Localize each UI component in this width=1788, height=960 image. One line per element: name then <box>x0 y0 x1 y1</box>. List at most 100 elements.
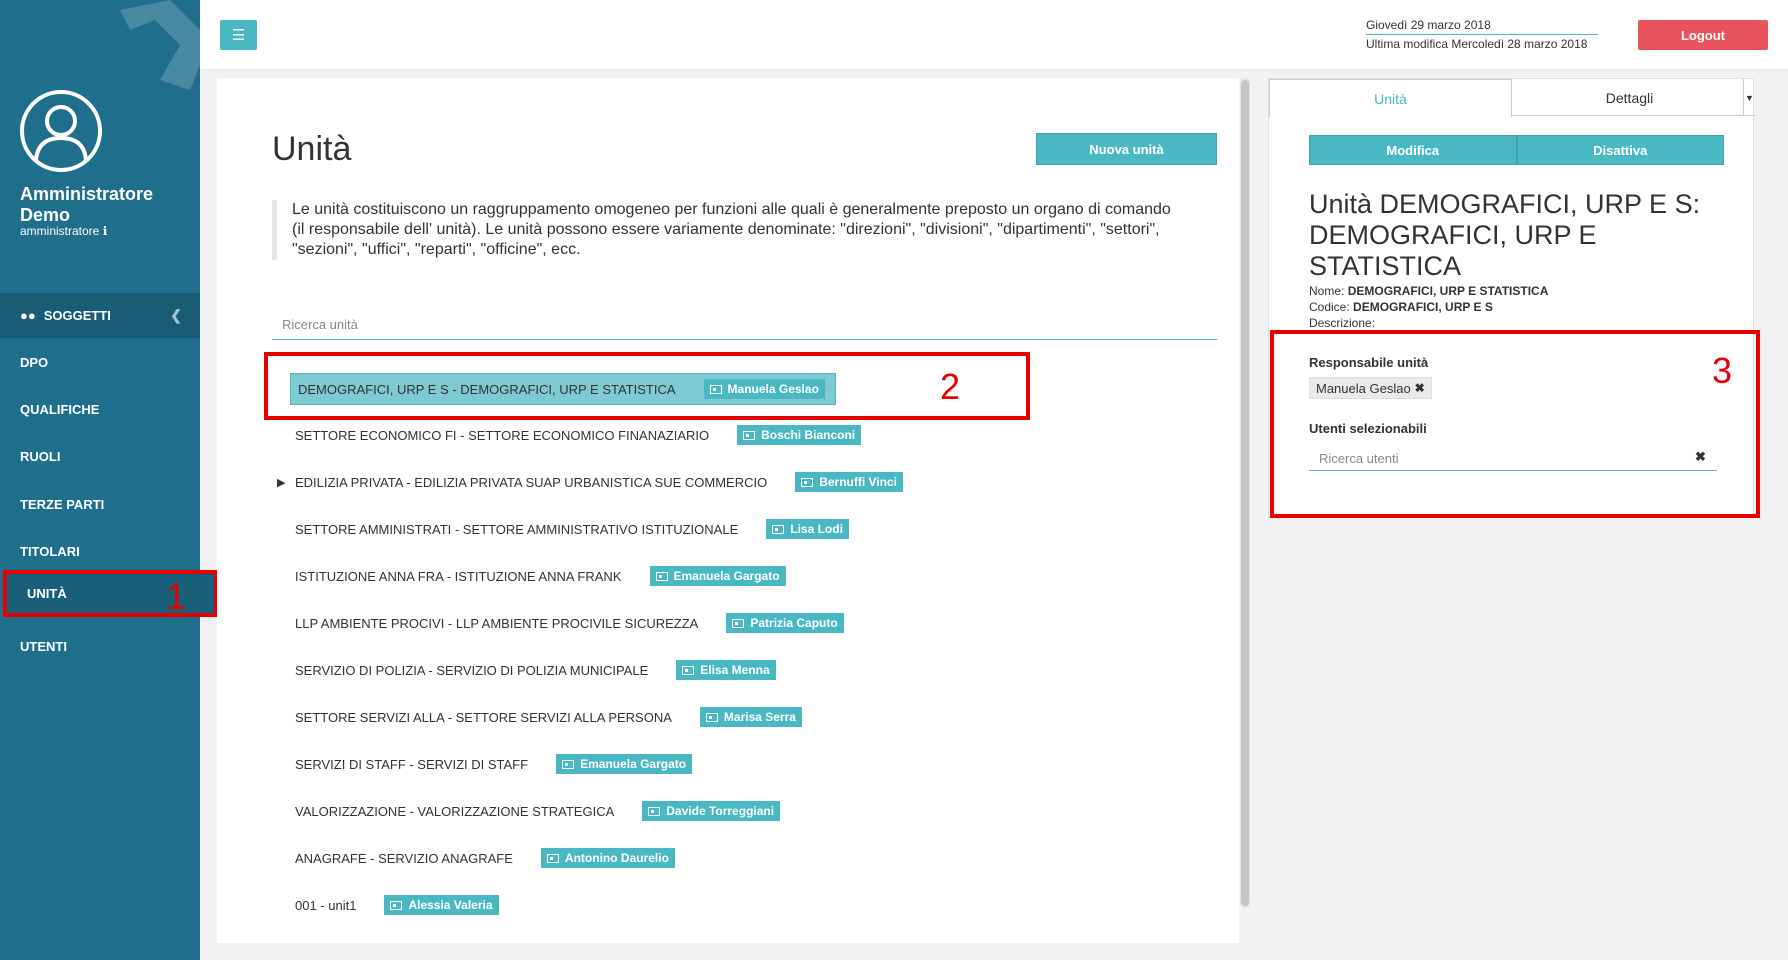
unit-name: LLP AMBIENTE PROCIVI - LLP AMBIENTE PROC… <box>295 615 699 631</box>
responsible-badge[interactable]: Emanuela Gargato <box>649 566 786 586</box>
expand-arrow-icon[interactable]: ▶ <box>277 476 285 489</box>
unit-row[interactable]: VALORIZZAZIONE - VALORIZZAZIONE STRATEGI… <box>295 798 781 824</box>
sidebar: Amministratore Demo amministratore ℹ ●● … <box>0 0 200 960</box>
code-label: Codice: <box>1309 300 1350 314</box>
unit-row[interactable]: SERVIZI DI STAFF - SERVIZI DI STAFF Eman… <box>295 751 693 777</box>
logo-shape-icon <box>120 0 200 90</box>
sidebar-item-label: TERZE PARTI <box>20 497 105 512</box>
id-card-icon <box>705 712 718 722</box>
detail-tabs: Unità Dettagli ▼ <box>1269 79 1755 117</box>
responsible-badge[interactable]: Marisa Serra <box>699 707 802 727</box>
unit-row[interactable]: SERVIZIO DI POLIZIA - SERVIZIO DI POLIZI… <box>295 657 776 683</box>
id-card-icon <box>732 618 745 628</box>
responsible-badge[interactable]: Alessia Valeria <box>384 895 499 915</box>
responsible-name: Emanuela Gargato <box>580 757 687 771</box>
sidebar-item-label: TITOLARI <box>20 544 80 559</box>
annotation-number-3: 3 <box>1712 350 1733 391</box>
unit-name: ISTITUZIONE ANNA FRA - ISTITUZIONE ANNA … <box>295 568 622 584</box>
unit-row[interactable]: 001 - unit1 Alessia Valeria <box>295 892 499 918</box>
disable-button[interactable]: Disattiva <box>1516 135 1724 165</box>
scrollbar-thumb[interactable] <box>1241 80 1249 906</box>
name-value: DEMOGRAFICI, URP E STATISTICA <box>1347 284 1549 298</box>
sidebar-item-utenti[interactable]: UTENTI <box>0 623 200 670</box>
responsible-name: Lisa Lodi <box>790 522 843 536</box>
id-card-icon <box>743 430 756 440</box>
sidebar-item-ruoli[interactable]: RUOLI <box>0 433 200 480</box>
page-description: Le unità costituiscono un raggruppamento… <box>272 200 1172 260</box>
id-card-icon <box>562 759 575 769</box>
hamburger-menu-button[interactable]: ☰ <box>220 20 257 50</box>
caret-down-icon[interactable]: ▼ <box>1743 79 1755 116</box>
unit-search-input[interactable] <box>272 310 1217 340</box>
sidebar-item-label: QUALIFICHE <box>20 402 100 417</box>
unit-name: 001 - unit1 <box>295 897 357 913</box>
annotation-box-2 <box>264 352 1030 420</box>
sidebar-item-dpo[interactable]: DPO <box>0 339 200 386</box>
unit-row[interactable]: LLP AMBIENTE PROCIVI - LLP AMBIENTE PROC… <box>295 610 844 636</box>
user-name: Amministratore Demo <box>20 184 154 225</box>
main-scrollbar[interactable] <box>1240 78 1250 908</box>
responsible-name: Emanuela Gargato <box>673 569 780 583</box>
detail-actions: Modifica Disattiva <box>1309 135 1724 165</box>
edit-button[interactable]: Modifica <box>1309 135 1517 165</box>
unit-row[interactable]: SETTORE ECONOMICO FI - SETTORE ECONOMICO… <box>295 422 862 448</box>
description-label: Descrizione: <box>1309 316 1376 330</box>
annotation-number-2: 2 <box>940 366 961 407</box>
sidebar-item-terze-parti[interactable]: TERZE PARTI <box>0 481 200 528</box>
id-card-icon <box>648 806 661 816</box>
responsible-badge[interactable]: Patrizia Caputo <box>726 613 844 633</box>
main-panel: Unità Nuova unità Le unità costituiscono… <box>217 78 1239 943</box>
responsible-badge[interactable]: Antonino Daurelio <box>540 848 675 868</box>
logout-button[interactable]: Logout <box>1638 20 1768 50</box>
responsible-badge[interactable]: Lisa Lodi <box>766 519 849 539</box>
responsible-badge[interactable]: Elisa Menna <box>676 660 776 680</box>
sidebar-item-qualifiche[interactable]: QUALIFICHE <box>0 386 200 433</box>
id-card-icon <box>772 524 785 534</box>
top-bar: ☰ Giovedì 29 marzo 2018 Ultima modifica … <box>200 0 1788 70</box>
responsible-name: Elisa Menna <box>700 663 770 677</box>
responsible-name: Bernuffi Vinci <box>819 475 897 489</box>
hamburger-icon: ☰ <box>231 27 246 44</box>
annotation-number-1: 1 <box>166 576 187 617</box>
responsible-badge[interactable]: Boschi Bianconi <box>737 425 862 445</box>
responsible-name: Davide Torreggiani <box>666 804 775 818</box>
date-block: Giovedì 29 marzo 2018 Ultima modifica Me… <box>1366 16 1598 53</box>
tab-unita[interactable]: Unità <box>1269 79 1512 117</box>
unit-row[interactable]: ▶ EDILIZIA PRIVATA - EDILIZIA PRIVATA SU… <box>277 469 903 495</box>
unit-name: VALORIZZAZIONE - VALORIZZAZIONE STRATEGI… <box>295 803 615 819</box>
unit-row[interactable]: ANAGRAFE - SERVIZIO ANAGRAFE Antonino Da… <box>295 845 675 871</box>
sidebar-item-label: UTENTI <box>20 639 67 654</box>
detail-fields: Nome: DEMOGRAFICI, URP E STATISTICA Codi… <box>1309 283 1548 331</box>
id-card-icon <box>390 900 403 910</box>
responsible-badge[interactable]: Emanuela Gargato <box>556 754 693 774</box>
responsible-name: Marisa Serra <box>723 710 796 724</box>
responsible-name: Patrizia Caputo <box>750 616 838 630</box>
unit-name: SETTORE AMMINISTRATI - SETTORE AMMINISTR… <box>295 521 739 537</box>
responsible-badge[interactable]: Davide Torreggiani <box>642 801 781 821</box>
unit-name: ANAGRAFE - SERVIZIO ANAGRAFE <box>295 850 513 866</box>
annotation-box-3 <box>1270 330 1760 518</box>
name-label: Nome: <box>1309 284 1345 298</box>
chevron-left-icon[interactable]: ❮ <box>170 307 182 324</box>
unit-row[interactable]: SETTORE SERVIZI ALLA - SETTORE SERVIZI A… <box>295 704 802 730</box>
id-card-icon <box>682 665 695 675</box>
unit-name: EDILIZIA PRIVATA - EDILIZIA PRIVATA SUAP… <box>295 474 768 490</box>
sidebar-item-label: UNITÀ <box>27 586 67 601</box>
responsible-name: Boschi Bianconi <box>761 428 856 442</box>
responsible-badge[interactable]: Bernuffi Vinci <box>795 472 903 492</box>
id-card-icon <box>655 571 668 581</box>
sidebar-item-titolari[interactable]: TITOLARI <box>0 528 200 575</box>
last-modified: Ultima modifica Mercoledì 28 marzo 2018 <box>1366 37 1588 51</box>
nav-section-soggetti[interactable]: ●● SOGGETTI ❮ <box>0 293 200 338</box>
user-role: amministratore ℹ <box>20 224 108 238</box>
current-date: Giovedì 29 marzo 2018 <box>1366 16 1598 35</box>
code-value: DEMOGRAFICI, URP E S <box>1353 300 1493 314</box>
unit-row[interactable]: ISTITUZIONE ANNA FRA - ISTITUZIONE ANNA … <box>295 563 786 589</box>
responsible-name: Alessia Valeria <box>408 898 493 912</box>
nav-section-label: SOGGETTI <box>43 308 111 323</box>
unit-row[interactable]: SETTORE AMMINISTRATI - SETTORE AMMINISTR… <box>295 516 849 542</box>
tab-dettagli[interactable]: Dettagli <box>1512 79 1747 116</box>
responsible-name: Antonino Daurelio <box>564 851 669 865</box>
detail-title: Unità DEMOGRAFICI, URP E S: DEMOGRAFICI,… <box>1309 189 1701 281</box>
new-unit-button[interactable]: Nuova unità <box>1036 133 1217 165</box>
